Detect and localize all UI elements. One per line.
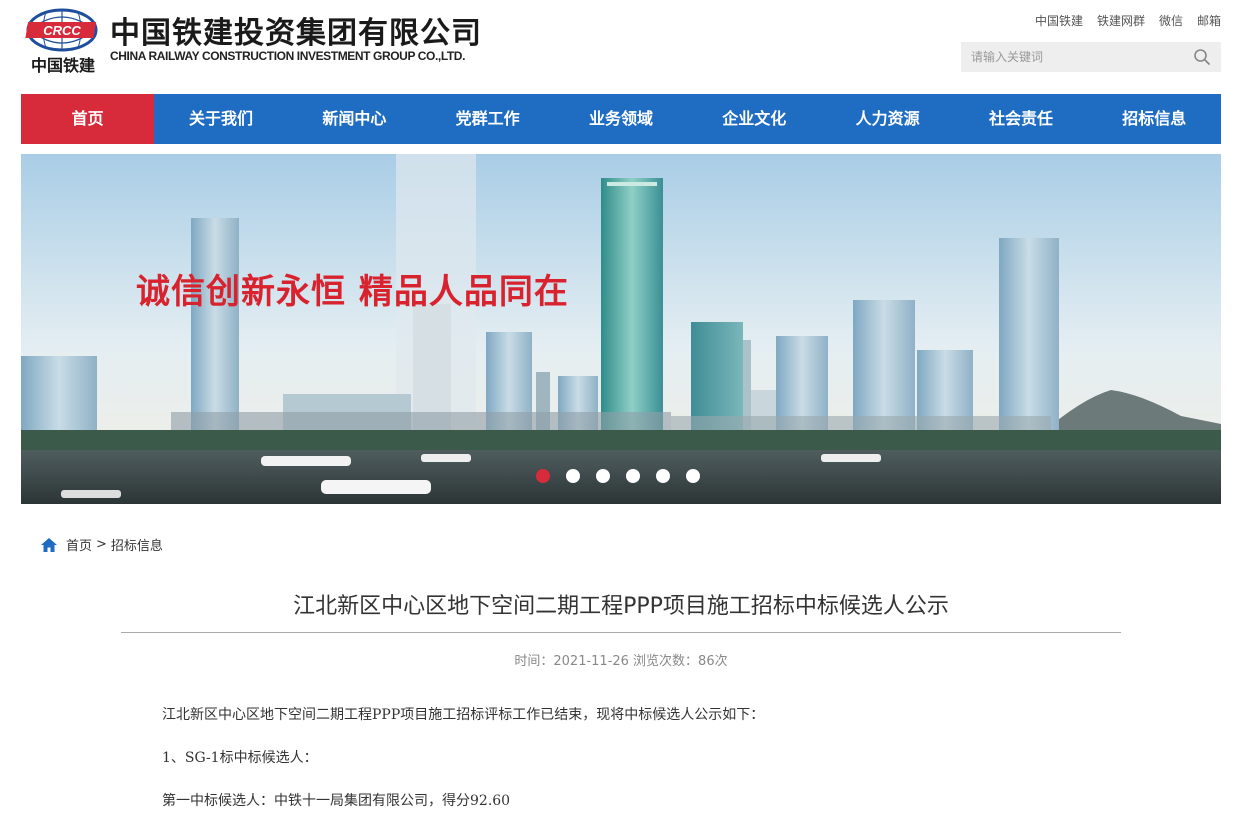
title-divider (121, 632, 1121, 633)
nav-party[interactable]: 党群工作 (421, 94, 554, 144)
breadcrumb-current[interactable]: 招标信息 (111, 535, 163, 554)
banner-slogan: 诚信创新永恒 精品人品同在 (136, 272, 569, 312)
company-name-cn: 中国铁建投资集团有限公司 (110, 16, 482, 51)
breadcrumb-separator: > (96, 537, 107, 552)
nav-social[interactable]: 社会责任 (954, 94, 1087, 144)
nav-home[interactable]: 首页 (21, 94, 155, 144)
slide-dot-2[interactable] (566, 469, 580, 483)
article-paragraph-3: 第一中标候选人：中铁十一局集团有限公司，得分92.60 (162, 793, 511, 809)
nav-news[interactable]: 新闻中心 (288, 94, 421, 144)
nav-about[interactable]: 关于我们 (154, 94, 287, 144)
slide-dot-1[interactable] (536, 469, 550, 483)
logo-text: CRCC (43, 23, 81, 38)
breadcrumb-home[interactable]: 首页 (66, 535, 92, 554)
slide-dot-4[interactable] (626, 469, 640, 483)
top-links: 中国铁建 铁建网群 微信 邮箱 (1035, 12, 1221, 29)
top-link-crcc[interactable]: 中国铁建 (1035, 12, 1083, 29)
nav-tender[interactable]: 招标信息 (1088, 94, 1221, 144)
search-input[interactable] (961, 42, 1181, 72)
site-header: CRCC 中国铁建 中国铁建投资集团有限公司 CHINA RAILWAY CON… (0, 0, 1239, 92)
logo-caption: 中国铁建 (30, 56, 95, 75)
breadcrumb: 首页 > 招标信息 (40, 535, 163, 554)
nav-business[interactable]: 业务领域 (554, 94, 687, 144)
top-link-mail[interactable]: 邮箱 (1197, 12, 1221, 29)
slide-dot-6[interactable] (686, 469, 700, 483)
search-icon[interactable] (1193, 48, 1211, 66)
hero-banner[interactable]: 诚信创新永恒 精品人品同在 (21, 154, 1221, 504)
top-link-wechat[interactable]: 微信 (1159, 12, 1183, 29)
company-name-en: CHINA RAILWAY CONSTRUCTION INVESTMENT GR… (110, 49, 465, 63)
slide-dot-3[interactable] (596, 469, 610, 483)
home-icon (41, 537, 57, 552)
search-box (961, 42, 1221, 72)
slide-indicators (536, 469, 700, 483)
article-title: 江北新区中心区地下空间二期工程PPP项目施工招标中标候选人公示 (293, 594, 949, 619)
banner-image (21, 154, 1221, 504)
nav-hr[interactable]: 人力资源 (821, 94, 954, 144)
nav-culture[interactable]: 企业文化 (688, 94, 821, 144)
top-link-network[interactable]: 铁建网群 (1097, 12, 1145, 29)
main-nav: 首页 关于我们 新闻中心 党群工作 业务领域 企业文化 人力资源 社会责任 招标… (21, 94, 1221, 144)
article-paragraph-1: 江北新区中心区地下空间二期工程PPP项目施工招标评标工作已结束，现将中标候选人公… (162, 707, 765, 723)
article-paragraph-2: 1、SG-1标中标候选人： (162, 750, 318, 766)
article-meta: 时间：2021-11-26 浏览次数：86次 (514, 654, 728, 669)
slide-dot-5[interactable] (656, 469, 670, 483)
